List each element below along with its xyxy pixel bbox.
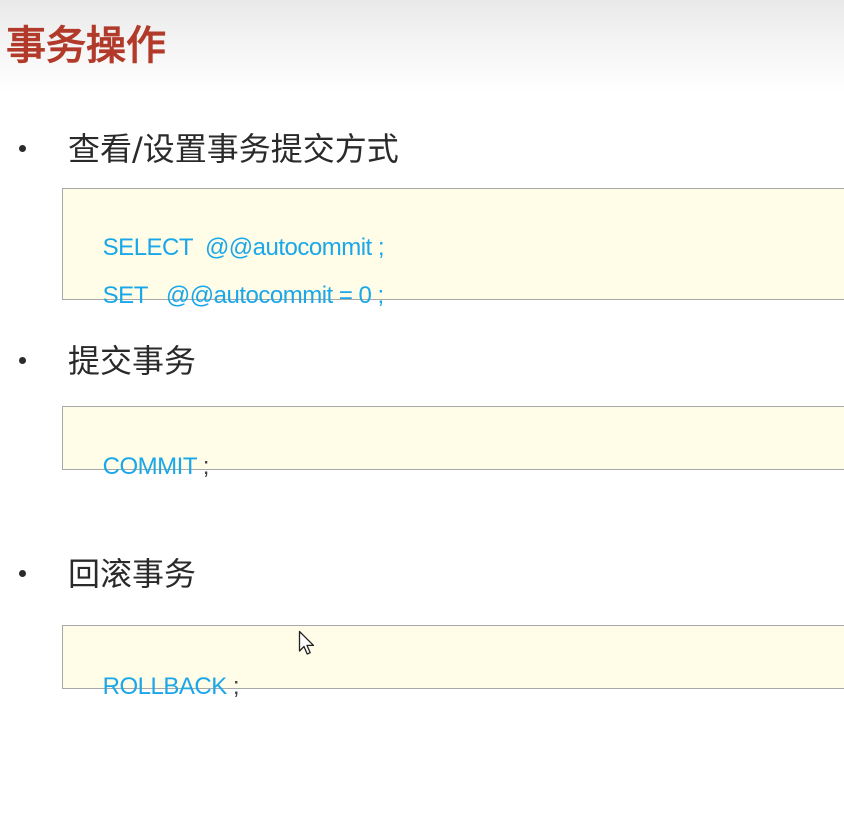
code-terminator: ; bbox=[371, 282, 385, 309]
code-line-commit: COMMIT ; bbox=[78, 425, 210, 509]
bullet-dot bbox=[19, 145, 26, 152]
code-line-set-autocommit: SET @@autocommit = 0 ; bbox=[78, 254, 385, 338]
bullet-dot bbox=[19, 357, 26, 364]
bullet-item-rollback-transaction: 回滚事务 bbox=[0, 552, 844, 596]
code-text: SET @@autocommit = 0 bbox=[102, 282, 372, 309]
code-text: COMMIT bbox=[102, 453, 197, 480]
code-terminator: ; bbox=[196, 453, 210, 480]
bullet-dot bbox=[19, 570, 26, 577]
section-heading: 查看/设置事务提交方式 bbox=[68, 130, 399, 168]
bullet-item-commit-transaction: 提交事务 bbox=[0, 339, 844, 383]
section-heading: 回滚事务 bbox=[68, 555, 197, 593]
code-block-autocommit: SELECT @@autocommit ; SET @@autocommit =… bbox=[62, 188, 844, 309]
code-text: ROLLBACK bbox=[102, 673, 228, 700]
code-block-rollback: ROLLBACK ; bbox=[62, 625, 844, 700]
section-heading: 提交事务 bbox=[68, 342, 197, 380]
mouse-pointer-icon bbox=[298, 630, 315, 655]
slide-title: 事务操作 bbox=[6, 23, 166, 69]
code-block-commit: COMMIT ; bbox=[62, 406, 844, 480]
code-line-rollback: ROLLBACK ; bbox=[78, 645, 240, 729]
code-terminator: ; bbox=[226, 673, 240, 700]
bullet-item-view-set-commit-mode: 查看/设置事务提交方式 bbox=[0, 127, 844, 171]
